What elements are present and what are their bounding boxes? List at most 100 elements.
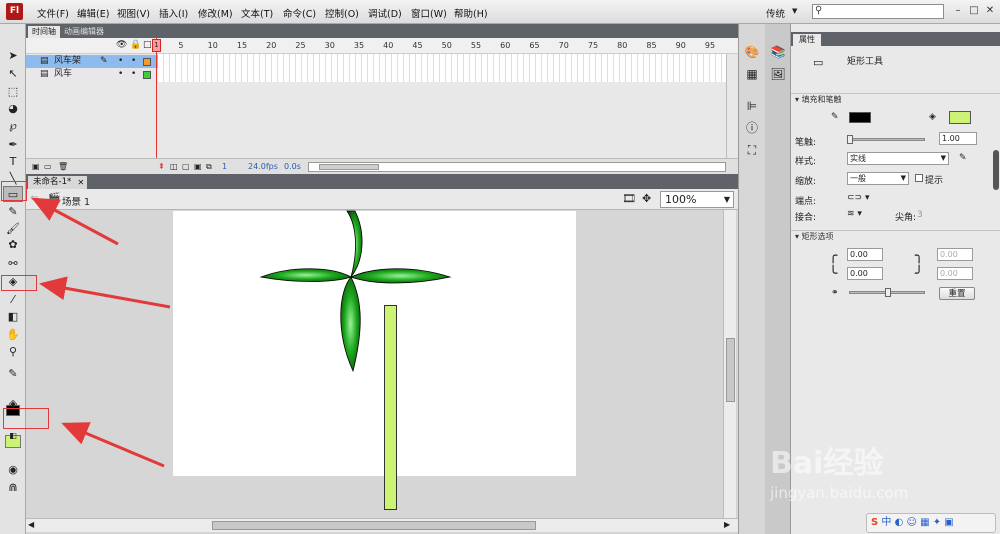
chevron-down-icon[interactable]: ▼: [724, 192, 730, 207]
new-folder-icon[interactable]: ▭: [44, 162, 52, 171]
corner-radius-field[interactable]: 0.00: [937, 248, 973, 261]
menu-help[interactable]: 帮助(H): [454, 6, 488, 20]
subselection-tool-icon[interactable]: ↖: [3, 66, 23, 82]
pen-tool-icon[interactable]: ✒: [3, 137, 23, 153]
frame-grid[interactable]: [158, 54, 726, 82]
eraser-tool-icon[interactable]: ◧: [3, 309, 23, 325]
lock-dot[interactable]: •: [131, 68, 136, 81]
ime-toolbar[interactable]: S 中 ◐ ☺ ▦ ✦ ▣: [866, 513, 996, 533]
stage-vertical-scrollbar[interactable]: [723, 210, 736, 518]
scrollbar-thumb[interactable]: [726, 338, 735, 402]
maximize-icon[interactable]: □: [966, 3, 982, 19]
section-rectangle-options[interactable]: ▾ 矩形选项: [791, 230, 1000, 242]
text-tool-icon[interactable]: T: [3, 154, 23, 170]
transform-icon[interactable]: ⛶: [744, 142, 760, 158]
lasso-tool-icon[interactable]: ℘: [3, 118, 23, 134]
bone-tool-icon[interactable]: ⚯: [3, 256, 23, 272]
hint-checkbox[interactable]: [915, 174, 923, 182]
eyedropper-tool-icon[interactable]: ⁄: [3, 292, 23, 308]
menu-edit[interactable]: 编辑(E): [77, 6, 109, 20]
chevron-down-icon[interactable]: ▼: [901, 173, 906, 184]
swatches-icon[interactable]: ▦: [744, 66, 760, 82]
scrollbar-thumb[interactable]: [212, 521, 536, 530]
menu-window[interactable]: 窗口(W): [411, 6, 447, 20]
edit-stroke-style-icon[interactable]: ✎: [959, 153, 967, 163]
edit-scene-icon[interactable]: 🎞: [622, 192, 636, 205]
stroke-color-swatch[interactable]: [849, 112, 871, 123]
lock-dot[interactable]: •: [131, 55, 136, 68]
align-icon[interactable]: ⊫: [744, 98, 760, 114]
panel-scroll-handle[interactable]: [993, 150, 999, 190]
slider-knob[interactable]: [847, 135, 853, 144]
back-arrow-icon[interactable]: ⇦: [30, 193, 38, 204]
chevron-down-icon[interactable]: ▼: [941, 153, 946, 164]
zoom-select[interactable]: 100% ▼: [660, 191, 734, 208]
tab-properties[interactable]: 属性: [793, 34, 821, 46]
stage[interactable]: [173, 210, 576, 476]
workspace-switcher[interactable]: 传统: [766, 6, 785, 20]
menu-view[interactable]: 视图(V): [117, 6, 150, 20]
center-frame-icon[interactable]: ⇞: [158, 162, 165, 171]
snap-to-objects-icon[interactable]: ◉: [3, 462, 23, 478]
tab-motion-editor[interactable]: 动画编辑器: [60, 26, 108, 38]
windmill-blade[interactable]: [340, 276, 361, 373]
selection-tool-icon[interactable]: ➤: [3, 48, 23, 64]
close-icon[interactable]: ✕: [78, 176, 85, 189]
black-white-icon[interactable]: ◧: [3, 428, 23, 444]
brush-tool-icon[interactable]: 🖌: [3, 221, 23, 237]
delete-layer-icon[interactable]: 🗑: [58, 162, 68, 171]
menu-debug[interactable]: 调试(D): [368, 6, 402, 20]
stage-horizontal-scrollbar[interactable]: ◀ ▶: [26, 518, 738, 532]
chevron-down-icon[interactable]: ▼: [792, 7, 797, 15]
menu-modify[interactable]: 修改(M): [198, 6, 233, 20]
menu-insert[interactable]: 插入(I): [159, 6, 188, 20]
onion-outline-icon[interactable]: ▢: [182, 162, 190, 171]
corner-radius-field[interactable]: 0.00: [847, 248, 883, 261]
menu-control[interactable]: 控制(O): [325, 6, 359, 20]
library-icon[interactable]: 📚: [770, 44, 786, 60]
menu-text[interactable]: 文本(T): [241, 6, 273, 20]
slider-knob[interactable]: [885, 288, 891, 297]
free-transform-tool-icon[interactable]: ⬚: [3, 84, 23, 100]
pencil-tool-icon[interactable]: ✎: [3, 204, 23, 220]
menu-file[interactable]: 文件(F): [37, 6, 69, 20]
close-icon[interactable]: ✕: [982, 3, 998, 19]
visibility-dot[interactable]: •: [118, 68, 123, 81]
document-tab[interactable]: 未命名-1* ✕: [28, 176, 88, 189]
tab-timeline[interactable]: 时间轴: [28, 26, 60, 38]
reset-button[interactable]: 重置: [939, 287, 975, 300]
edit-multiple-frames-icon[interactable]: ▣: [194, 162, 202, 171]
windmill-blade[interactable]: [346, 210, 363, 278]
hand-tool-icon[interactable]: ✋: [3, 327, 23, 343]
cap-style-select[interactable]: ⊂⊃ ▾: [847, 193, 869, 203]
color-panel-icon[interactable]: 🎨: [744, 44, 760, 60]
minimize-icon[interactable]: –: [950, 3, 966, 19]
outline-icon[interactable]: □: [143, 40, 152, 50]
scale-select[interactable]: 一般 ▼: [847, 172, 909, 185]
visibility-dot[interactable]: •: [118, 55, 123, 68]
timeline-vertical-scrollbar[interactable]: [726, 54, 738, 158]
fill-color-swatch[interactable]: [949, 111, 971, 124]
search-input[interactable]: ⚲: [812, 4, 944, 19]
3d-rotation-tool-icon[interactable]: ◕: [3, 101, 23, 117]
corner-radius-field[interactable]: 0.00: [937, 267, 973, 280]
style-select[interactable]: 实线 ▼: [847, 152, 949, 165]
components-icon[interactable]: 🖼: [770, 66, 786, 82]
windmill-blade[interactable]: [349, 268, 452, 284]
new-layer-icon[interactable]: ▣: [32, 162, 40, 171]
scroll-right-icon[interactable]: ▶: [724, 520, 730, 529]
edit-symbol-icon[interactable]: ✥: [642, 192, 651, 205]
windmill-stand[interactable]: [384, 305, 397, 510]
eye-icon[interactable]: 👁: [116, 40, 127, 50]
lock-icon[interactable]: 🔒: [130, 40, 141, 50]
playhead[interactable]: 1: [152, 39, 161, 52]
link-icon[interactable]: ⚭: [831, 288, 839, 298]
scrollbar-thumb[interactable]: [319, 164, 379, 170]
deco-tool-icon[interactable]: ✿: [3, 237, 23, 253]
stroke-width-slider[interactable]: [849, 138, 925, 141]
menu-commands[interactable]: 命令(C): [283, 6, 316, 20]
windmill-artwork[interactable]: [173, 210, 576, 476]
corner-radius-field[interactable]: 0.00: [847, 267, 883, 280]
scroll-left-icon[interactable]: ◀: [28, 520, 34, 529]
layer-color-box[interactable]: [143, 58, 151, 66]
